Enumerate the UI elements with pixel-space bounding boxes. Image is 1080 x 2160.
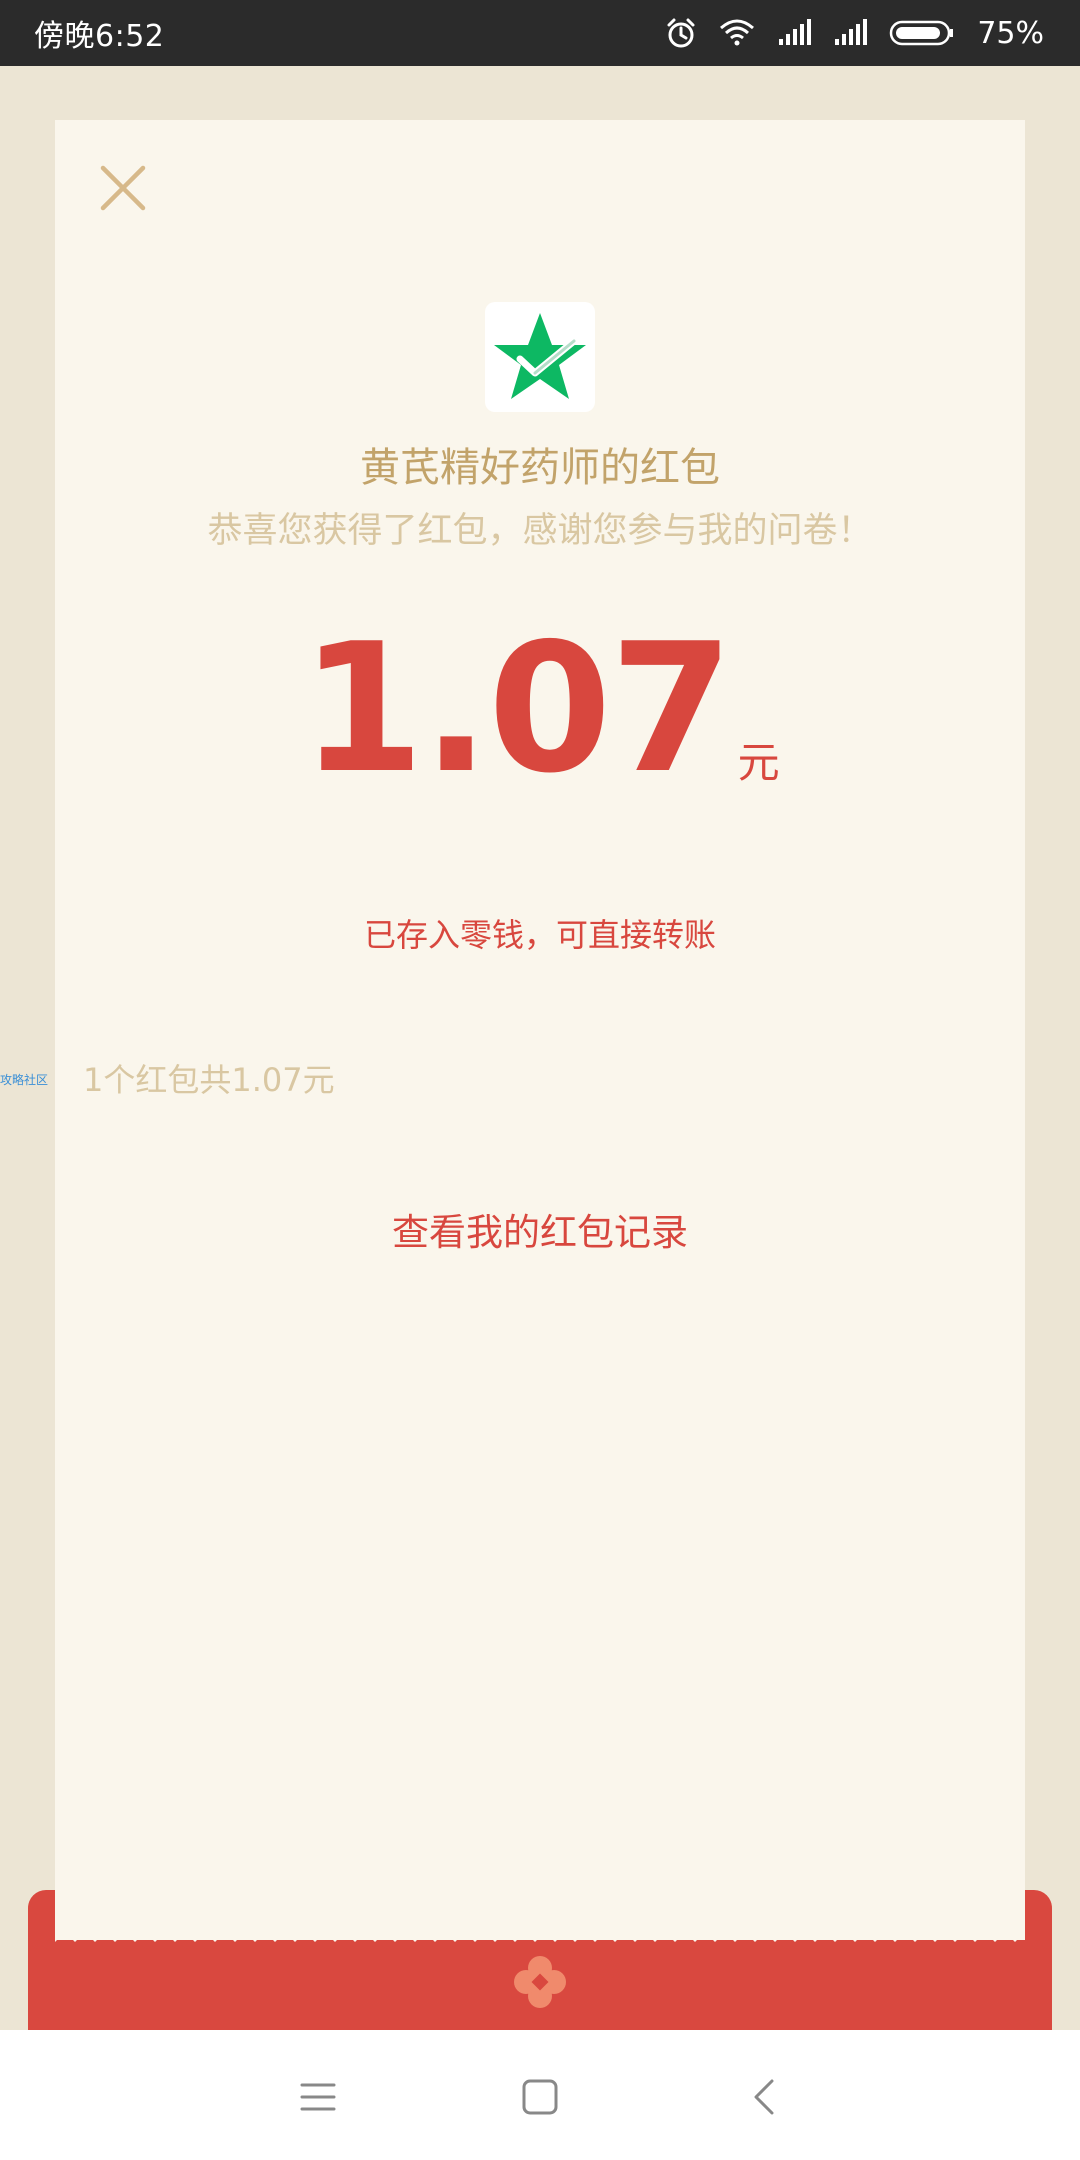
navigation-bar [0, 2030, 1080, 2160]
status-icons: 75% [665, 16, 1044, 51]
amount-unit: 元 [737, 738, 780, 787]
back-icon [754, 2079, 774, 2115]
menu-icon [300, 2083, 336, 2111]
home-button[interactable] [518, 2075, 562, 2119]
battery-icon [889, 19, 955, 47]
amount-value: 1.07 [300, 605, 733, 812]
stored-note: 已存入零钱，可直接转账 [363, 916, 716, 954]
back-button[interactable] [744, 2075, 788, 2119]
battery-percent: 75% [977, 15, 1044, 51]
greeting-message: 恭喜您获得了红包，感谢您参与我的问卷！ [207, 511, 873, 551]
sender-avatar [485, 302, 595, 412]
status-time: 傍晚6:52 [34, 19, 165, 54]
wifi-icon [719, 18, 755, 48]
flower-emblem-icon [514, 1956, 566, 2008]
signal-icon [777, 19, 812, 47]
close-icon [100, 165, 146, 211]
signal-icon [833, 19, 868, 47]
red-packet-detail-card: 黄芪精好药师的红包 恭喜您获得了红包，感谢您参与我的问卷！ 1.07 元 已存入… [55, 120, 1025, 1940]
amount-row: 1.07 元 [55, 620, 1025, 798]
close-button[interactable] [93, 158, 153, 218]
sender-name: 黄芪精好药师的红包 [360, 445, 720, 491]
side-badge[interactable]: 攻略社区 [0, 1071, 48, 1088]
green-star-check-icon [494, 313, 586, 399]
status-bar: 傍晚6:52 75% [0, 0, 1080, 66]
view-records-link[interactable]: 查看我的红包记录 [55, 1202, 1025, 1256]
menu-button[interactable] [296, 2075, 340, 2119]
alarm-icon [665, 17, 697, 49]
home-icon [522, 2079, 558, 2115]
packet-summary: 1个红包共1.07元 [83, 1061, 335, 1099]
